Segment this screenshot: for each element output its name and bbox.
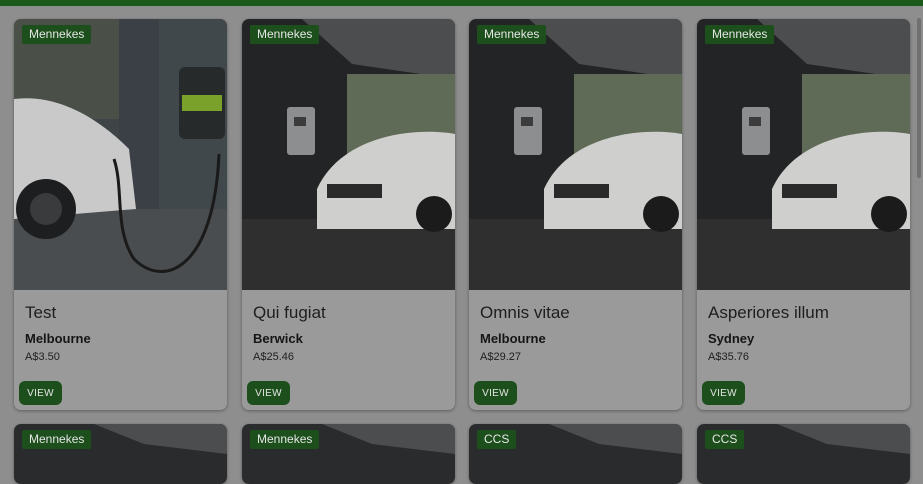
connector-badge: Mennekes xyxy=(22,25,92,44)
tesla-charging-photo xyxy=(14,19,227,290)
connector-badge: Mennekes xyxy=(250,25,320,44)
connector-badge: Mennekes xyxy=(250,430,320,449)
listing-city: Melbourne xyxy=(480,331,546,346)
top-app-bar xyxy=(0,0,923,6)
listing-card: Mennekes xyxy=(242,424,455,484)
page-scrollbar[interactable] xyxy=(917,18,921,178)
listing-card: Mennekes Asperiores illum Sydney A$35.76… xyxy=(697,19,910,410)
connector-badge: Mennekes xyxy=(22,430,92,449)
listing-card: Mennekes Omnis vitae Melbourne A$29.27 V… xyxy=(469,19,682,410)
listing-price: A$29.27 xyxy=(480,351,521,363)
connector-badge: CCS xyxy=(477,430,517,449)
listing-card: Mennekes Qui fugiat Berwick A$25.46 VIEW xyxy=(242,19,455,410)
listing-title: Test xyxy=(25,303,57,322)
view-button[interactable]: VIEW xyxy=(247,381,290,405)
garage-charger-photo xyxy=(697,19,910,290)
listing-title: Qui fugiat xyxy=(253,303,326,322)
view-button[interactable]: VIEW xyxy=(702,381,745,405)
listing-card: CCS xyxy=(697,424,910,484)
listing-city: Melbourne xyxy=(25,331,91,346)
listing-card: CCS xyxy=(469,424,682,484)
listing-price: A$35.76 xyxy=(708,351,749,363)
listing-city: Berwick xyxy=(253,331,303,346)
connector-badge: Mennekes xyxy=(705,25,775,44)
listing-card: Mennekes Test Melbourne A$3.50 VIEW xyxy=(14,19,227,410)
garage-charger-photo xyxy=(242,19,455,290)
view-button[interactable]: VIEW xyxy=(474,381,517,405)
listing-title: Asperiores illum xyxy=(708,303,829,322)
listing-card: Mennekes xyxy=(14,424,227,484)
listing-price: A$25.46 xyxy=(253,351,294,363)
listing-city: Sydney xyxy=(708,331,755,346)
garage-charger-photo xyxy=(469,19,682,290)
view-button[interactable]: VIEW xyxy=(19,381,62,405)
connector-badge: Mennekes xyxy=(477,25,547,44)
listing-price: A$3.50 xyxy=(25,351,60,363)
listing-title: Omnis vitae xyxy=(480,303,570,322)
connector-badge: CCS xyxy=(705,430,745,449)
